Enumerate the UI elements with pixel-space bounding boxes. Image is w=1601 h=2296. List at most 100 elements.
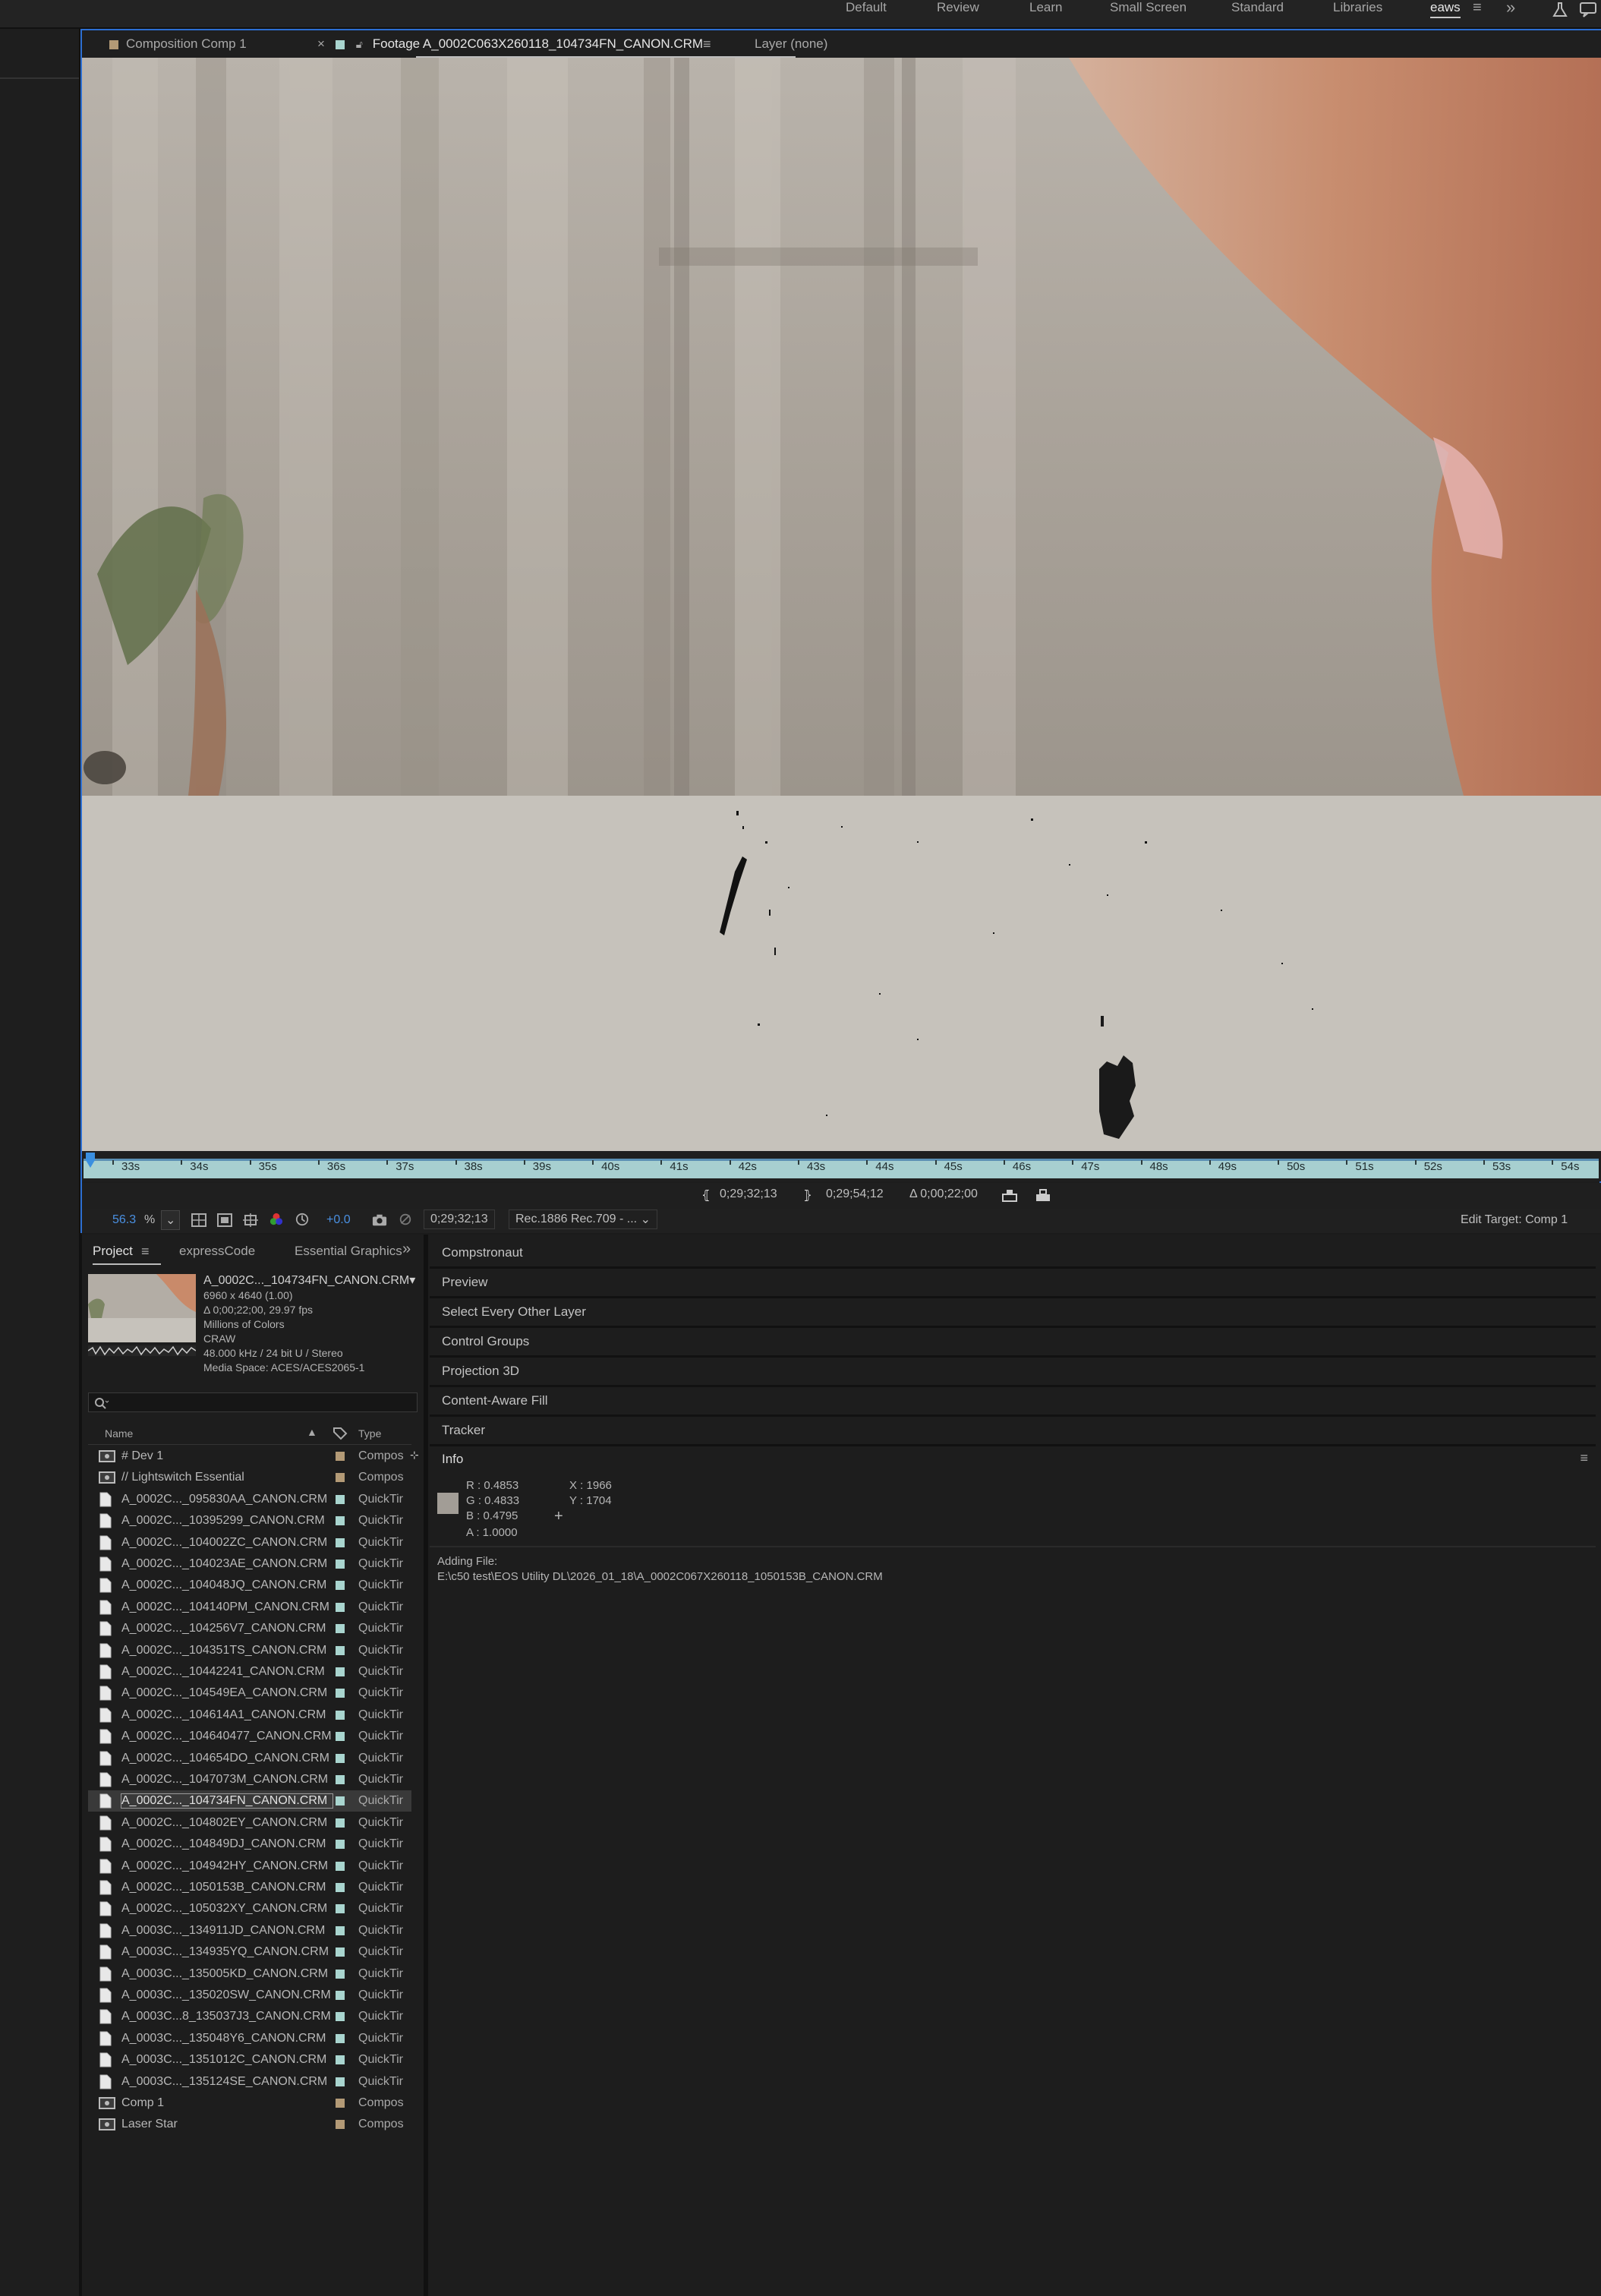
label-color-swatch[interactable] <box>336 1969 345 1979</box>
workspace-small-screen[interactable]: Small Screen <box>1110 0 1187 27</box>
panel-section-header[interactable]: Projection 3D <box>430 1358 1596 1387</box>
project-menu-icon[interactable]: ≡ <box>141 1244 150 1260</box>
label-color-swatch[interactable] <box>336 1775 345 1784</box>
label-color-swatch[interactable] <box>336 1840 345 1850</box>
project-item[interactable]: A_0002C..._104256V7_CANON.CRM QuickTir <box>88 1618 411 1639</box>
channels-icon[interactable] <box>269 1213 284 1226</box>
playhead-icon[interactable] <box>85 1153 96 1169</box>
label-color-swatch[interactable] <box>336 1473 345 1483</box>
project-item[interactable]: A_0002C..._104023AE_CANON.CRM QuickTir <box>88 1553 411 1575</box>
label-color-swatch[interactable] <box>336 1904 345 1914</box>
label-color-swatch[interactable] <box>336 1452 345 1461</box>
label-color-swatch[interactable] <box>336 1818 345 1828</box>
panel-section-header[interactable]: Compstronaut <box>430 1239 1596 1269</box>
color-space-dropdown[interactable]: Rec.1886 Rec.709 - ... ⌄ <box>509 1210 657 1229</box>
ripple-insert-icon[interactable] <box>1002 1189 1017 1203</box>
label-color-swatch[interactable] <box>336 2012 345 2022</box>
tab-essential-graphics[interactable]: Essential Graphics <box>295 1244 402 1259</box>
project-item[interactable]: A_0002C..._104351TS_CANON.CRM QuickTir <box>88 1640 411 1661</box>
tab-footage[interactable]: 🔓︎ Footage A_0002C063X260118_104734FN_CAN… <box>336 36 703 52</box>
panel-more-icon[interactable]: » <box>402 1241 411 1258</box>
project-item[interactable]: A_0003C..._135020SW_CANON.CRM QuickTir <box>88 1985 411 2006</box>
label-color-swatch[interactable] <box>336 1581 345 1591</box>
info-menu-icon[interactable]: ≡ <box>1580 1450 1588 1466</box>
label-color-swatch[interactable] <box>336 1538 345 1547</box>
project-item[interactable]: A_0003C...8_135037J3_CANON.CRM QuickTir <box>88 2006 411 2027</box>
project-item[interactable]: A_0003C..._135005KD_CANON.CRM QuickTir <box>88 1963 411 1985</box>
out-point-icon[interactable]: ⦄ <box>803 1187 812 1203</box>
overlay-edit-icon[interactable] <box>1035 1189 1051 1203</box>
label-color-swatch[interactable] <box>336 1602 345 1612</box>
workspace-libraries[interactable]: Libraries <box>1333 0 1382 27</box>
project-item[interactable]: A_0002C..._104048JQ_CANON.CRM QuickTir <box>88 1575 411 1596</box>
label-color-swatch[interactable] <box>336 1861 345 1871</box>
chat-icon[interactable] <box>1579 2 1599 18</box>
tab-project[interactable]: Project <box>93 1244 133 1259</box>
label-color-swatch[interactable] <box>336 1667 345 1676</box>
label-color-swatch[interactable] <box>336 1991 345 2000</box>
label-color-swatch[interactable] <box>336 1560 345 1569</box>
label-color-swatch[interactable] <box>336 1645 345 1655</box>
footage-image[interactable] <box>82 58 1601 796</box>
label-color-swatch[interactable] <box>336 1796 345 1806</box>
show-snapshot-icon[interactable] <box>398 1213 413 1226</box>
time-ruler[interactable]: 33s 34s 35s 36s 37s 38s 39s 40s 41s 42s 43s 44s 45s 4… <box>82 1151 1601 1181</box>
workspace-learn[interactable]: Learn <box>1029 0 1062 27</box>
workspace-review[interactable]: Review <box>937 0 979 27</box>
label-color-swatch[interactable] <box>336 1689 345 1698</box>
workspace-default[interactable]: Default <box>846 0 887 27</box>
project-item[interactable]: A_0002C..._1047073M_CANON.CRM QuickTir <box>88 1769 411 1790</box>
tab-menu-icon[interactable]: ≡ <box>703 36 711 52</box>
grid-guides-icon[interactable] <box>243 1213 258 1227</box>
workspace-more-icon[interactable]: » <box>1506 0 1515 27</box>
project-item[interactable]: A_0003C..._1351012C_CANON.CRM QuickTir <box>88 2049 411 2070</box>
project-item[interactable]: Laser Star Compos <box>88 2114 411 2135</box>
column-name[interactable]: Name <box>105 1427 133 1440</box>
project-item[interactable]: A_0002C..._10442241_CANON.CRM QuickTir <box>88 1661 411 1683</box>
panel-section-header[interactable]: Tracker <box>430 1417 1596 1446</box>
panel-section-header[interactable]: Select Every Other Layer <box>430 1298 1596 1328</box>
project-item[interactable]: // Lightswitch Essential Compos <box>88 1467 411 1488</box>
panel-section-header[interactable]: Control Groups <box>430 1328 1596 1358</box>
label-color-swatch[interactable] <box>336 2033 345 2043</box>
project-item[interactable]: A_0002C..._104640477_CANON.CRM QuickTir <box>88 1726 411 1747</box>
flask-icon[interactable] <box>1552 2 1568 18</box>
region-of-interest-icon[interactable] <box>217 1213 232 1227</box>
label-color-swatch[interactable] <box>336 2099 345 2108</box>
workspace-standard[interactable]: Standard <box>1231 0 1284 27</box>
project-item[interactable]: A_0002C..._104654DO_CANON.CRM QuickTir <box>88 1748 411 1769</box>
current-time-field[interactable]: 0;29;32;13 <box>424 1210 495 1229</box>
column-type[interactable]: Type <box>358 1427 381 1440</box>
tab-composition[interactable]: Composition Comp 1 <box>109 36 247 52</box>
panel-section-header[interactable]: Preview <box>430 1269 1596 1298</box>
zoom-dropdown-icon[interactable]: ⌄ <box>161 1210 181 1230</box>
out-point-time[interactable]: 0;29;54;12 <box>826 1187 884 1201</box>
project-item[interactable]: A_0003C..._134935YQ_CANON.CRM QuickTir <box>88 1941 411 1963</box>
workspace-menu-icon[interactable]: ≡ <box>1473 0 1482 27</box>
flowchart-icon[interactable]: ⊹ <box>410 1449 419 1462</box>
project-item[interactable]: A_0002C..._104614A1_CANON.CRM QuickTir <box>88 1705 411 1726</box>
in-point-icon[interactable]: ⦃ <box>701 1187 711 1203</box>
label-color-swatch[interactable] <box>336 1883 345 1892</box>
project-search-input[interactable] <box>88 1392 418 1412</box>
tab-expresscode[interactable]: expressCode <box>179 1244 255 1259</box>
panel-section-header[interactable]: Content-Aware Fill <box>430 1387 1596 1417</box>
label-color-swatch[interactable] <box>336 1948 345 1957</box>
project-item[interactable]: A_0002C..._104140PM_CANON.CRM QuickTir <box>88 1597 411 1618</box>
project-item[interactable]: # Dev 1 Compos ⊹ <box>88 1446 419 1467</box>
sort-ascending-icon[interactable]: ▲ <box>307 1426 317 1438</box>
project-item[interactable]: A_0002C..._104849DJ_CANON.CRM QuickTir <box>88 1834 411 1855</box>
label-color-swatch[interactable] <box>336 1624 345 1634</box>
project-item[interactable]: A_0002C..._104002ZC_CANON.CRM QuickTir <box>88 1532 411 1553</box>
resolution-icon[interactable] <box>191 1213 206 1227</box>
project-item[interactable]: Comp 1 Compos <box>88 2093 411 2114</box>
in-point-time[interactable]: 0;29;32;13 <box>720 1187 777 1201</box>
snapshot-icon[interactable] <box>372 1213 387 1227</box>
project-item[interactable]: A_0002C..._104942HY_CANON.CRM QuickTir <box>88 1856 411 1877</box>
label-color-swatch[interactable] <box>336 1925 345 1935</box>
project-item[interactable]: A_0003C..._134911JD_CANON.CRM QuickTir <box>88 1920 411 1941</box>
label-color-swatch[interactable] <box>336 1753 345 1763</box>
project-item[interactable]: A_0002C..._095830AA_CANON.CRM QuickTir <box>88 1489 411 1510</box>
tab-layer[interactable]: Layer (none) <box>755 36 827 52</box>
close-icon[interactable]: × <box>317 36 325 52</box>
